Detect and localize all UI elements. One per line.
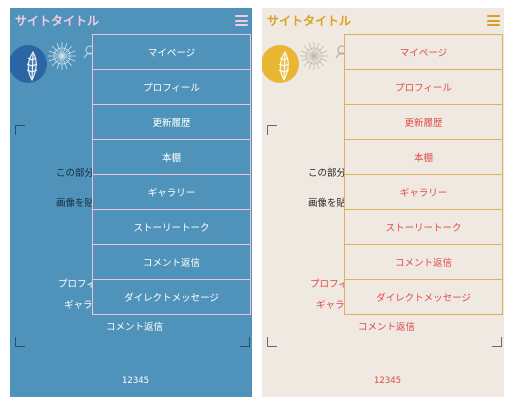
- decorative-header-image: [10, 42, 97, 83]
- menu-item-story-talk[interactable]: ストーリートーク: [93, 209, 251, 244]
- body-link-profile[interactable]: プロフィ: [310, 276, 348, 290]
- body-link-gallery[interactable]: ギャラ: [316, 297, 345, 311]
- body-text-line: この部分: [308, 168, 347, 179]
- body-text-line: 画像を貼: [308, 198, 347, 209]
- menu-item-direct-message[interactable]: ダイレクトメッセージ: [93, 279, 251, 314]
- menu-item-profile[interactable]: プロフィール: [93, 69, 251, 104]
- phone-screen-blue-theme: サイトタイトル この部分 画像を貼 プロフィ ギャラ コメント返信 12345 …: [10, 8, 252, 397]
- dropdown-nav-menu: マイページ プロフィール 更新履歴 本棚 ギャラリー ストーリートーク コメント…: [92, 34, 251, 315]
- menu-item-mypage[interactable]: マイページ: [345, 34, 503, 69]
- body-link-comment-reply[interactable]: コメント返信: [358, 319, 415, 333]
- body-text-line: この部分: [56, 168, 95, 179]
- body-link-gallery[interactable]: ギャラ: [64, 297, 93, 311]
- menu-item-comment-reply[interactable]: コメント返信: [93, 244, 251, 279]
- frame-corner-top-left: [15, 125, 25, 135]
- phone-screen-cream-theme: サイトタイトル この部分 画像を貼 プロフィ ギャラ コメント返信 12345 …: [262, 8, 504, 397]
- menu-item-direct-message[interactable]: ダイレクトメッセージ: [345, 279, 503, 314]
- hamburger-menu-icon[interactable]: [235, 15, 248, 27]
- frame-corner-bottom-right: [240, 337, 250, 347]
- frame-corner-bottom-left: [267, 337, 277, 347]
- menu-item-bookshelf[interactable]: 本棚: [93, 139, 251, 174]
- menu-item-bookshelf[interactable]: 本棚: [345, 139, 503, 174]
- body-link-profile[interactable]: プロフィ: [58, 276, 96, 290]
- pagination[interactable]: 12345: [374, 376, 401, 386]
- frame-corner-top-left: [267, 125, 277, 135]
- menu-item-story-talk[interactable]: ストーリートーク: [345, 209, 503, 244]
- menu-item-profile[interactable]: プロフィール: [345, 69, 503, 104]
- pagination[interactable]: 12345: [122, 376, 149, 386]
- menu-item-comment-reply[interactable]: コメント返信: [345, 244, 503, 279]
- site-title[interactable]: サイトタイトル: [267, 12, 351, 29]
- frame-corner-bottom-right: [492, 337, 502, 347]
- screenshot-comparison: サイトタイトル この部分 画像を貼 プロフィ ギャラ コメント返信 12345 …: [0, 0, 519, 405]
- menu-item-gallery[interactable]: ギャラリー: [93, 174, 251, 209]
- sunburst-icon: [300, 42, 328, 70]
- dropdown-nav-menu: マイページ プロフィール 更新履歴 本棚 ギャラリー ストーリートーク コメント…: [344, 34, 503, 315]
- body-link-comment-reply[interactable]: コメント返信: [106, 319, 163, 333]
- body-text-line: 画像を貼: [56, 198, 95, 209]
- sunburst-icon: [48, 42, 76, 70]
- decorative-header-image: [262, 42, 349, 83]
- hamburger-menu-icon[interactable]: [487, 15, 500, 27]
- site-title[interactable]: サイトタイトル: [15, 12, 99, 29]
- menu-item-mypage[interactable]: マイページ: [93, 34, 251, 69]
- menu-item-update-history[interactable]: 更新履歴: [345, 104, 503, 139]
- menu-item-update-history[interactable]: 更新履歴: [93, 104, 251, 139]
- menu-item-gallery[interactable]: ギャラリー: [345, 174, 503, 209]
- frame-corner-bottom-left: [15, 337, 25, 347]
